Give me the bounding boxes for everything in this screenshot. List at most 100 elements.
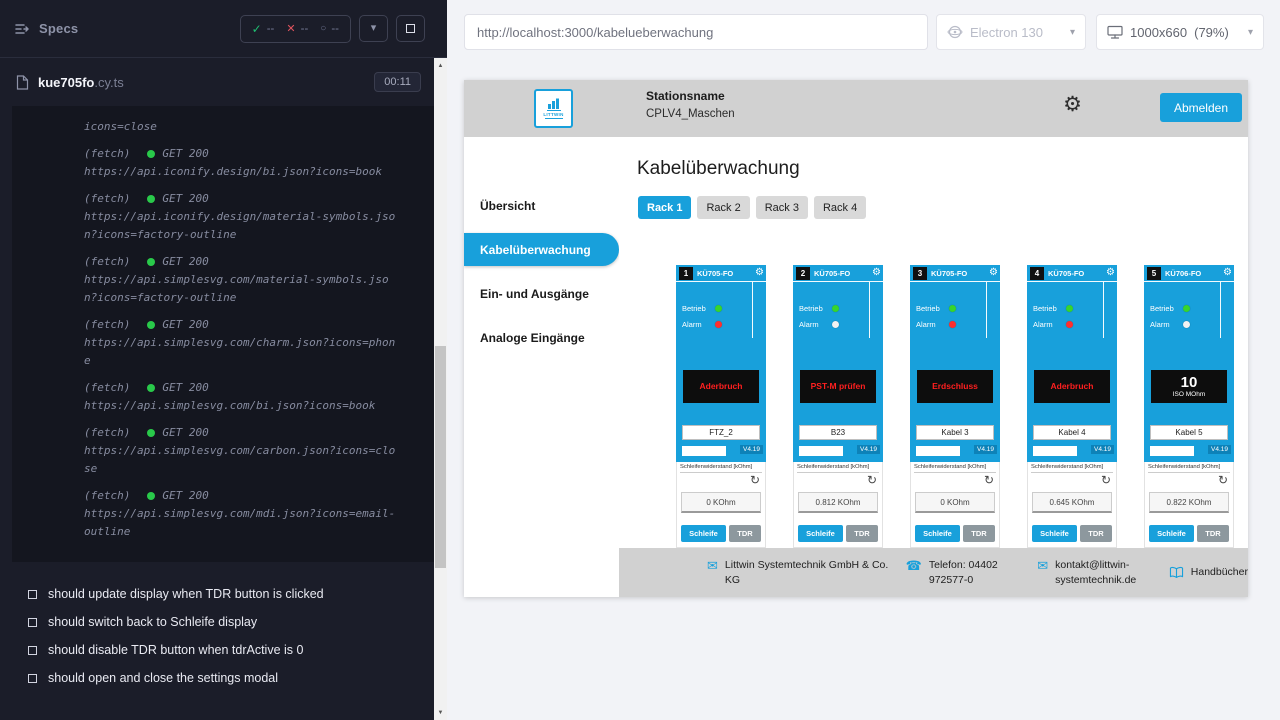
device-number-badge: 3 xyxy=(913,267,927,280)
refresh-icon[interactable]: ↻ xyxy=(984,474,994,486)
book-icon xyxy=(1169,566,1184,579)
device-card: 2 KÜ705-FO ⚙ Betrieb Alarm PST-M prüfen … xyxy=(793,265,883,548)
logout-button[interactable]: Abmelden xyxy=(1160,93,1242,122)
version-strip xyxy=(916,446,960,456)
spec-header[interactable]: kue705fo.cy.ts 00:11 xyxy=(0,58,447,100)
app-content: Kabelüberwachung Rack 1 Rack 2 Rack 3 Ra… xyxy=(619,137,1248,597)
status-subtext: ISO MOhm xyxy=(1173,391,1206,399)
log-entry[interactable]: (fetch)GET 200 https://api.simplesvg.com… xyxy=(12,379,399,415)
device-number-badge: 1 xyxy=(679,267,693,280)
runner-header: Specs ✓ -- ✕ -- ○ -- ▾ xyxy=(0,0,447,58)
log-entry[interactable]: (fetch)GET 200 https://api.simplesvg.com… xyxy=(12,316,399,370)
refresh-icon[interactable]: ↻ xyxy=(750,474,760,486)
tab-rack-2[interactable]: Rack 2 xyxy=(697,196,749,219)
schleife-button[interactable]: Schleife xyxy=(1149,525,1194,542)
stat-failed: ✕ -- xyxy=(286,22,308,35)
schleife-button[interactable]: Schleife xyxy=(681,525,726,542)
schleife-button[interactable]: Schleife xyxy=(798,525,843,542)
card-gear-icon[interactable]: ⚙ xyxy=(872,267,881,279)
passed-count: -- xyxy=(267,23,275,35)
viewport-select[interactable]: 1000x660 (79%) ▾ xyxy=(1096,14,1264,50)
firmware-version: V4.19 xyxy=(1208,445,1231,454)
test-item[interactable]: should open and close the settings modal xyxy=(0,664,447,692)
tdr-button[interactable]: TDR xyxy=(1197,525,1229,542)
footer-company: ✉ Littwin Systemtechnik GmbH & Co. KG xyxy=(707,558,890,586)
fetch-tag: (fetch) xyxy=(84,253,130,271)
request-url: https://api.iconify.design/bi.json?icons… xyxy=(12,163,399,181)
specs-toggle[interactable]: Specs xyxy=(14,21,78,37)
test-title: should open and close the settings modal xyxy=(48,671,278,685)
log-continuation[interactable]: icons=close xyxy=(12,118,399,136)
stop-icon xyxy=(406,24,415,33)
firmware-version: V4.19 xyxy=(974,445,997,454)
device-card: 3 KÜ705-FO ⚙ Betrieb Alarm Erdschluss Ka… xyxy=(910,265,1000,548)
log-entry[interactable]: (fetch)GET 200 https://api.iconify.desig… xyxy=(12,145,399,181)
status-display: Erdschluss xyxy=(917,370,993,403)
test-block-icon xyxy=(28,674,37,683)
scrollbar-thumb[interactable] xyxy=(435,346,446,568)
stat-pending: ○ -- xyxy=(320,23,339,35)
test-block-icon xyxy=(28,646,37,655)
url-input[interactable] xyxy=(464,14,928,50)
refresh-icon[interactable]: ↻ xyxy=(1218,474,1228,486)
sidebar-item-kabelueberwachung[interactable]: Kabelüberwachung xyxy=(464,233,619,266)
request-url: https://api.simplesvg.com/bi.json?icons=… xyxy=(12,397,399,415)
sidebar-item-ein-und-ausgaenge[interactable]: Ein- und Ausgänge xyxy=(464,277,619,310)
fetch-tag: (fetch) xyxy=(84,145,130,163)
card-gear-icon[interactable]: ⚙ xyxy=(755,267,764,279)
measurement-label: Schleifenwiderstand [kOhm] xyxy=(914,464,996,473)
log-entry[interactable]: (fetch)GET 200 https://api.simplesvg.com… xyxy=(12,424,399,478)
tdr-button[interactable]: TDR xyxy=(1080,525,1112,542)
status-text: 10 xyxy=(1181,374,1198,391)
card-gear-icon[interactable]: ⚙ xyxy=(1106,267,1115,279)
footer-phone[interactable]: ☎ Telefon: 04402 972577-0 xyxy=(906,558,1022,586)
sidebar-item-analoge-eingaenge[interactable]: Analoge Eingänge xyxy=(464,321,619,354)
runner-scrollbar[interactable]: ▲ ▼ xyxy=(434,58,447,720)
schleife-button[interactable]: Schleife xyxy=(1032,525,1077,542)
card-gear-icon[interactable]: ⚙ xyxy=(989,267,998,279)
betrieb-led xyxy=(949,305,956,312)
log-entry[interactable]: (fetch)GET 200 https://api.simplesvg.com… xyxy=(12,487,399,541)
app-sidebar: Übersicht Kabelüberwachung Ein- und Ausg… xyxy=(464,137,619,597)
betrieb-label: Betrieb xyxy=(682,304,715,313)
refresh-icon[interactable]: ↻ xyxy=(867,474,877,486)
http-status: GET 200 xyxy=(162,424,208,442)
http-status: GET 200 xyxy=(162,253,208,271)
footer-manuals[interactable]: Handbücher xyxy=(1169,565,1248,579)
scrollbar-down-icon[interactable]: ▼ xyxy=(434,705,447,720)
sidebar-item-uebersicht[interactable]: Übersicht xyxy=(464,189,619,222)
test-item[interactable]: should disable TDR button when tdrActive… xyxy=(0,636,447,664)
browser-select[interactable]: Electron 130 ▾ xyxy=(936,14,1086,50)
tab-rack-4[interactable]: Rack 4 xyxy=(814,196,866,219)
test-item[interactable]: should switch back to Schleife display xyxy=(0,608,447,636)
littwin-logo: LITTWIN xyxy=(534,89,573,128)
schleife-button[interactable]: Schleife xyxy=(915,525,960,542)
tdr-button[interactable]: TDR xyxy=(846,525,878,542)
monitor-icon xyxy=(1107,25,1123,40)
success-dot-icon xyxy=(147,258,155,266)
card-divider xyxy=(1103,282,1104,338)
cable-name-field: FTZ_2 xyxy=(682,425,760,440)
phone-icon: ☎ xyxy=(906,559,922,572)
tdr-button[interactable]: TDR xyxy=(729,525,761,542)
settings-gear-icon[interactable]: ⚙ xyxy=(1063,94,1082,115)
test-item[interactable]: should update display when TDR button is… xyxy=(0,580,447,608)
scrollbar-up-icon[interactable]: ▲ xyxy=(434,58,447,73)
footer-email[interactable]: ✉ kontakt@littwin-systemtechnik.de xyxy=(1037,558,1153,586)
tab-rack-1[interactable]: Rack 1 xyxy=(638,196,691,219)
failed-count: -- xyxy=(301,23,309,35)
tdr-button[interactable]: TDR xyxy=(963,525,995,542)
log-entry[interactable]: (fetch)GET 200 https://api.simplesvg.com… xyxy=(12,253,399,307)
tab-rack-3[interactable]: Rack 3 xyxy=(756,196,808,219)
stage-toolbar: Electron 130 ▾ 1000x660 (79%) ▾ xyxy=(447,0,1280,64)
firmware-version: V4.19 xyxy=(740,445,763,454)
stop-button[interactable] xyxy=(396,15,425,42)
card-gear-icon[interactable]: ⚙ xyxy=(1223,267,1232,279)
document-icon xyxy=(16,75,29,90)
collapse-button[interactable]: ▾ xyxy=(359,15,388,42)
fetch-tag: (fetch) xyxy=(84,424,130,442)
log-entry[interactable]: (fetch)GET 200 https://api.iconify.desig… xyxy=(12,190,399,244)
refresh-icon[interactable]: ↻ xyxy=(1101,474,1111,486)
app-footer: ✉ Littwin Systemtechnik GmbH & Co. KG ☎ … xyxy=(619,548,1248,597)
specs-label: Specs xyxy=(39,21,78,36)
